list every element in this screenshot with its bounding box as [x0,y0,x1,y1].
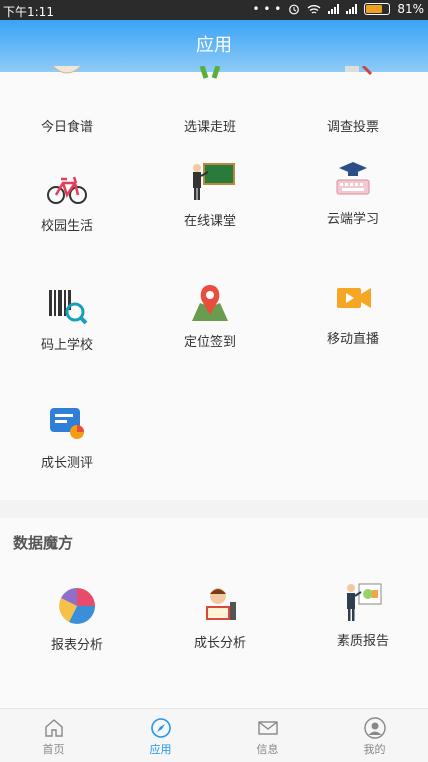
recipe-icon [45,66,89,110]
app-campus-life[interactable]: 校园生活 [7,165,127,234]
app-label: 在线课堂 [183,214,236,229]
signal-icon-2 [346,4,358,14]
chat-chart-icon [45,402,89,446]
tab-label: 应用 [149,743,172,756]
signal-icon [328,4,340,14]
app-class-select[interactable]: 选课走班 [150,66,270,135]
apps-section: 今日食谱 选课走班 调查投票 校园生活 在线课堂 云端学习 码上学校 定位签到 … [0,66,428,500]
status-time: 下午1:11 [3,5,54,19]
wifi-icon [307,4,321,14]
teacher-board-icon [188,160,235,204]
data-growth-analysis[interactable]: 成长分析 [160,582,280,651]
mail-icon [257,721,278,735]
page-title: 应用 [0,20,428,72]
data-label: 素质报告 [336,634,389,649]
app-vote[interactable]: 调查投票 [293,66,413,135]
compass-icon [150,718,171,738]
tab-label: 首页 [42,743,65,756]
bottom-tab-bar: 首页 应用 信息 我的 [0,708,428,762]
app-cloud-study[interactable]: 云端学习 [293,158,413,227]
barcode-scan-icon [45,284,89,328]
tab-home[interactable]: 首页 [0,709,107,762]
app-location-checkin[interactable]: 定位签到 [150,281,270,350]
app-label: 今日食谱 [40,120,93,135]
home-icon [44,719,63,737]
graduation-keyboard-icon [331,158,375,202]
vote-icon [331,66,375,110]
app-growth-eval[interactable]: 成长测评 [7,402,127,471]
app-recipe[interactable]: 今日食谱 [7,66,127,135]
more-dots-icon: • • • [252,2,282,16]
alarm-icon [289,4,300,15]
battery-percent: 81% [397,2,424,16]
tab-label: 信息 [256,743,279,756]
map-pin-icon [188,281,232,325]
tab-label: 我的 [363,743,386,756]
app-label: 定位签到 [183,335,236,350]
app-label: 成长测评 [40,456,93,471]
app-live-stream[interactable]: 移动直播 [293,278,413,347]
app-code-school[interactable]: 码上学校 [7,284,127,353]
app-label: 移动直播 [326,332,379,347]
battery-icon [364,3,391,15]
presentation-icon [341,580,385,624]
pie-chart-icon [55,584,99,628]
data-quality-report[interactable]: 素质报告 [303,580,423,649]
app-label: 调查投票 [326,120,379,135]
tab-messages[interactable]: 信息 [214,709,321,762]
video-camera-icon [331,278,375,322]
tab-profile[interactable]: 我的 [321,709,428,762]
app-online-class[interactable]: 在线课堂 [150,160,270,229]
status-bar: 下午1:11 • • • 81% [0,0,428,20]
class-select-icon [188,66,232,110]
tab-apps[interactable]: 应用 [107,709,214,762]
data-report-analysis[interactable]: 报表分析 [17,584,137,653]
app-label: 云端学习 [326,212,379,227]
section-title: 数据魔方 [13,534,74,552]
data-label: 成长分析 [193,636,246,651]
app-label: 校园生活 [40,219,93,234]
student-reading-icon [198,582,242,626]
user-icon [363,717,386,739]
data-cube-section: 数据魔方 报表分析 成长分析 素质报告 [0,518,428,708]
data-label: 报表分析 [50,638,103,653]
bicycle-icon [45,165,89,209]
app-label: 选课走班 [183,120,236,135]
app-label: 码上学校 [40,338,93,353]
